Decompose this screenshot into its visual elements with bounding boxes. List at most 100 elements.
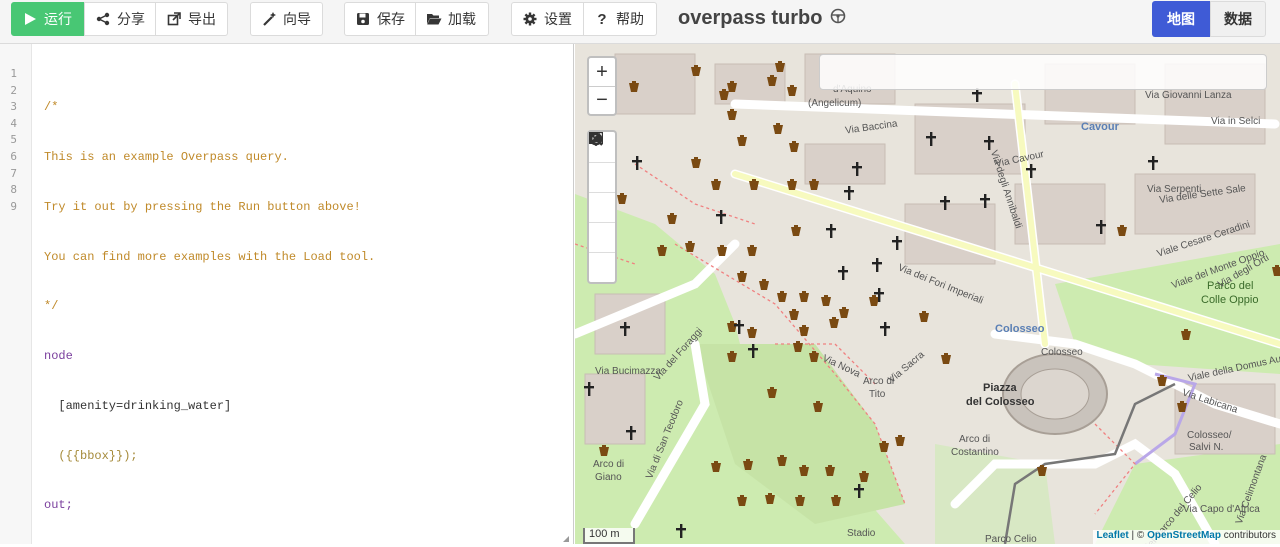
drinking-water-marker[interactable] <box>1155 374 1169 388</box>
zoom-in-button[interactable]: + <box>589 58 615 86</box>
data-view-tab[interactable]: 数据 <box>1210 1 1266 37</box>
line-number: 8 <box>10 183 17 197</box>
attribution-tail: contributors <box>1220 530 1276 541</box>
drinking-water-marker[interactable] <box>939 352 953 366</box>
church-marker <box>1095 220 1109 234</box>
drinking-water-marker[interactable] <box>771 122 785 136</box>
drinking-water-marker[interactable] <box>655 244 669 258</box>
drinking-water-marker[interactable] <box>665 212 679 226</box>
drinking-water-marker[interactable] <box>1270 264 1280 278</box>
save-button[interactable]: 保存 <box>344 2 416 36</box>
drinking-water-marker[interactable] <box>709 460 723 474</box>
drinking-water-marker[interactable] <box>747 178 761 192</box>
drinking-water-marker[interactable] <box>807 178 821 192</box>
drinking-water-marker[interactable] <box>787 140 801 154</box>
wizard-label: 向导 <box>283 11 311 27</box>
church-marker <box>871 258 885 272</box>
drinking-water-marker[interactable] <box>797 464 811 478</box>
church-marker <box>983 136 997 150</box>
wizard-button[interactable]: 向导 <box>250 2 323 36</box>
map-view-label: 地图 <box>1167 11 1195 27</box>
drinking-water-marker[interactable] <box>689 64 703 78</box>
drinking-water-marker[interactable] <box>725 108 739 122</box>
drinking-water-marker[interactable] <box>1179 328 1193 342</box>
drinking-water-marker[interactable] <box>917 310 931 324</box>
query-editor[interactable]: 1 2 3 4 5 6 7 8 9 /* This is an example … <box>0 44 574 544</box>
leaflet-link[interactable]: Leaflet <box>1097 530 1129 541</box>
church-marker <box>891 236 905 250</box>
osm-link[interactable]: OpenStreetMap <box>1147 530 1221 541</box>
drinking-water-marker[interactable] <box>775 454 789 468</box>
settings-button[interactable]: 设置 <box>511 2 584 36</box>
drinking-water-marker[interactable] <box>787 308 801 322</box>
drinking-water-marker[interactable] <box>745 244 759 258</box>
church-marker <box>583 382 597 396</box>
line-number: 4 <box>10 116 17 130</box>
drinking-water-marker[interactable] <box>615 192 629 206</box>
drinking-water-marker[interactable] <box>745 326 759 340</box>
drinking-water-marker[interactable] <box>765 74 779 88</box>
drinking-water-marker[interactable] <box>757 278 771 292</box>
drinking-water-marker[interactable] <box>823 464 837 478</box>
zoom-out-button[interactable]: − <box>589 86 615 114</box>
help-button[interactable]: ? 帮助 <box>583 2 657 36</box>
drinking-water-marker[interactable] <box>773 60 787 74</box>
drinking-water-marker[interactable] <box>789 224 803 238</box>
map-search-input[interactable] <box>819 54 1267 90</box>
drinking-water-marker[interactable] <box>793 494 807 508</box>
gear-icon <box>522 11 538 27</box>
map-view[interactable]: Cavour Colosseo Colosseo Piazza del Colo… <box>575 44 1280 544</box>
drinking-water-marker[interactable] <box>709 178 723 192</box>
drinking-water-marker[interactable] <box>797 290 811 304</box>
drinking-water-marker[interactable] <box>893 434 907 448</box>
drinking-water-marker[interactable] <box>829 494 843 508</box>
load-button[interactable]: 加载 <box>415 2 489 36</box>
drinking-water-marker[interactable] <box>741 458 755 472</box>
green-area <box>935 444 1055 544</box>
drinking-water-marker[interactable] <box>1035 464 1049 478</box>
export-image-button[interactable] <box>589 132 615 222</box>
drinking-water-marker[interactable] <box>627 80 641 94</box>
drinking-water-marker[interactable] <box>775 290 789 304</box>
drinking-water-marker[interactable] <box>807 350 821 364</box>
play-icon <box>22 11 38 27</box>
drinking-water-marker[interactable] <box>717 88 731 102</box>
resize-handle[interactable] <box>563 536 569 542</box>
run-button[interactable]: 运行 <box>11 2 84 36</box>
drinking-water-marker[interactable] <box>765 386 779 400</box>
drinking-water-marker[interactable] <box>791 340 805 354</box>
export-button[interactable]: 导出 <box>155 2 228 36</box>
code-area[interactable]: /* This is an example Overpass query. Tr… <box>44 66 375 547</box>
drinking-water-marker[interactable] <box>877 440 891 454</box>
hide-data-button[interactable] <box>589 132 615 282</box>
locate-button[interactable] <box>589 132 615 192</box>
drinking-water-marker[interactable] <box>827 316 841 330</box>
drinking-water-marker[interactable] <box>763 492 777 506</box>
drinking-water-marker[interactable] <box>683 240 697 254</box>
share-button[interactable]: 分享 <box>84 2 156 36</box>
drinking-water-marker[interactable] <box>785 178 799 192</box>
church-marker <box>971 88 985 102</box>
church-marker <box>747 344 761 358</box>
drinking-water-marker[interactable] <box>715 244 729 258</box>
drinking-water-marker[interactable] <box>819 294 833 308</box>
line-number: 9 <box>10 199 17 213</box>
external-link-icon <box>166 11 182 27</box>
code-line: ({{bbox}}); <box>44 448 138 463</box>
drinking-water-marker[interactable] <box>725 350 739 364</box>
drinking-water-marker[interactable] <box>735 270 749 284</box>
fit-bounds-button[interactable] <box>589 133 615 252</box>
drinking-water-marker[interactable] <box>857 470 871 484</box>
drinking-water-marker[interactable] <box>735 494 749 508</box>
drinking-water-marker[interactable] <box>689 156 703 170</box>
drinking-water-marker[interactable] <box>785 84 799 98</box>
drinking-water-marker[interactable] <box>797 324 811 338</box>
drinking-water-marker[interactable] <box>1175 400 1189 414</box>
map-view-tab[interactable]: 地图 <box>1152 1 1210 37</box>
church-marker <box>851 162 865 176</box>
drinking-water-marker[interactable] <box>597 444 611 458</box>
church-marker <box>1147 156 1161 170</box>
drinking-water-marker[interactable] <box>811 400 825 414</box>
drinking-water-marker[interactable] <box>735 134 749 148</box>
drinking-water-marker[interactable] <box>1115 224 1129 238</box>
